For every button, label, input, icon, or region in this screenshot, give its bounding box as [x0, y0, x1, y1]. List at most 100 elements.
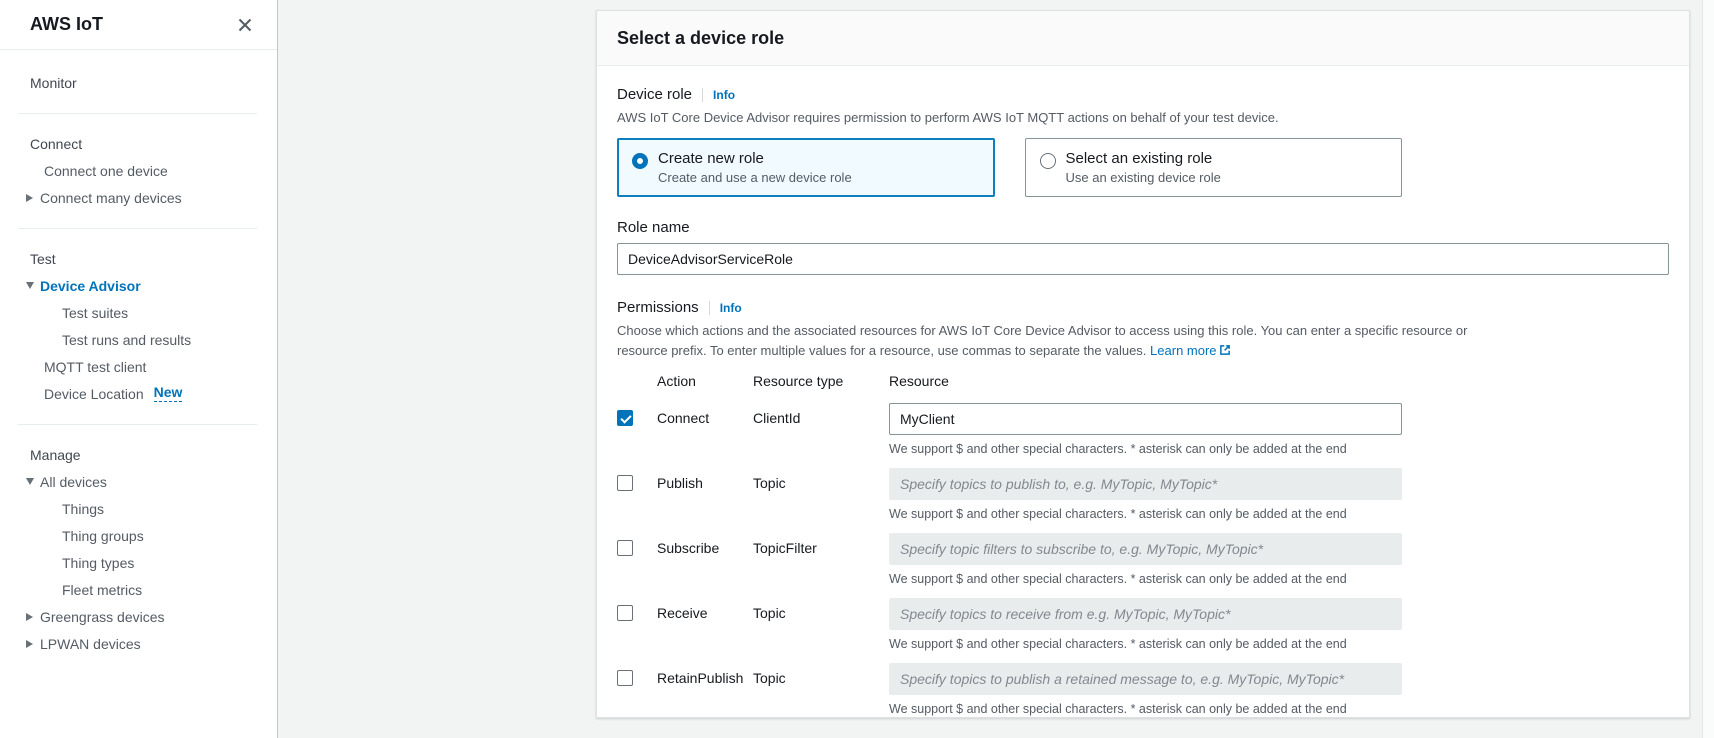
resource-helper-text: We support $ and other special character… — [889, 637, 1402, 651]
sidebar-nav: Monitor Connect Connect one device Conne… — [0, 50, 277, 671]
sidebar-item-label: Device Location — [44, 386, 144, 402]
permission-row-receive: Receive Topic We support $ and other spe… — [617, 598, 1402, 663]
close-sidebar-button[interactable] — [233, 13, 257, 37]
sidebar-section-manage: Manage — [0, 441, 277, 468]
role-name-input[interactable] — [617, 243, 1669, 275]
panel-header: Select a device role — [597, 11, 1689, 66]
select-existing-role-option[interactable]: Select an existing role Use an existing … — [1025, 138, 1403, 197]
permissions-label-row: Permissions Info — [617, 299, 1669, 316]
resource-cell: We support $ and other special character… — [889, 468, 1402, 533]
resource-type-label: TopicFilter — [753, 533, 889, 556]
connect-resource-input[interactable] — [889, 403, 1402, 435]
permissions-info-link[interactable]: Info — [720, 301, 742, 315]
action-label: Connect — [657, 403, 753, 426]
sidebar-item-all-devices[interactable]: All devices — [0, 468, 277, 495]
subscribe-checkbox[interactable] — [617, 540, 633, 556]
divider — [18, 228, 257, 229]
permissions-table: Action Resource type Resource Connect Cl… — [617, 373, 1402, 718]
resource-type-label: Topic — [753, 598, 889, 621]
sidebar-item-label: All devices — [40, 474, 107, 490]
permission-row-retainpublish: RetainPublish Topic We support $ and oth… — [617, 663, 1402, 718]
divider — [702, 88, 703, 102]
resource-type-label: ClientId — [753, 403, 889, 426]
app-root: AWS IoT Monitor Connect Connect one devi… — [0, 0, 1714, 738]
checkbox-cell — [617, 663, 657, 686]
permissions-table-header: Action Resource type Resource — [617, 373, 1402, 389]
permissions-description: Choose which actions and the associated … — [617, 321, 1512, 361]
sidebar-item-label: Greengrass devices — [40, 609, 165, 625]
sidebar-item-label: Connect many devices — [40, 190, 182, 206]
external-link-icon — [1219, 344, 1231, 356]
permission-row-publish: Publish Topic We support $ and other spe… — [617, 468, 1402, 533]
retainpublish-resource-input — [889, 663, 1402, 695]
sidebar-item-things[interactable]: Things — [0, 495, 277, 522]
vertical-scrollbar[interactable] — [1702, 0, 1714, 738]
sidebar-item-connect-many-devices[interactable]: Connect many devices — [0, 184, 277, 211]
option-label: Create new role — [658, 150, 852, 167]
option-description: Use an existing device role — [1066, 170, 1221, 185]
sidebar-header: AWS IoT — [0, 0, 277, 50]
sidebar-item-fleet-metrics[interactable]: Fleet metrics — [0, 576, 277, 603]
column-header-resource: Resource — [889, 373, 1402, 389]
permissions-label: Permissions — [617, 299, 699, 316]
permission-row-connect: Connect ClientId We support $ and other … — [617, 403, 1402, 468]
checkbox-cell — [617, 533, 657, 556]
checkbox-cell — [617, 468, 657, 491]
sidebar-item-lpwan-devices[interactable]: LPWAN devices — [0, 630, 277, 657]
chevron-right-icon — [26, 640, 33, 648]
learn-more-link[interactable]: Learn more — [1150, 343, 1230, 358]
connect-checkbox[interactable] — [617, 410, 633, 426]
device-role-options: Create new role Create and use a new dev… — [617, 138, 1402, 197]
sidebar-group-connect: Connect Connect one device Connect many … — [0, 117, 277, 225]
sidebar: AWS IoT Monitor Connect Connect one devi… — [0, 0, 278, 738]
sidebar-item-monitor[interactable]: Monitor — [0, 69, 277, 96]
select-device-role-panel: Select a device role Device role Info AW… — [596, 10, 1690, 718]
retainpublish-checkbox[interactable] — [617, 670, 633, 686]
option-text: Create new role Create and use a new dev… — [658, 150, 852, 185]
sidebar-item-test-runs-and-results[interactable]: Test runs and results — [0, 326, 277, 353]
sidebar-item-label: Test runs and results — [62, 332, 191, 348]
action-label: Subscribe — [657, 533, 753, 556]
divider — [18, 113, 257, 114]
resource-type-label: Topic — [753, 663, 889, 686]
sidebar-item-label: MQTT test client — [44, 359, 146, 375]
column-header-resource-type: Resource type — [753, 373, 889, 389]
sidebar-item-label: Fleet metrics — [62, 582, 142, 598]
sidebar-item-greengrass-devices[interactable]: Greengrass devices — [0, 603, 277, 630]
sidebar-item-thing-types[interactable]: Thing types — [0, 549, 277, 576]
column-header-action: Action — [657, 373, 753, 389]
sidebar-item-thing-groups[interactable]: Thing groups — [0, 522, 277, 549]
device-role-label-row: Device role Info — [617, 86, 1669, 103]
chevron-right-icon — [26, 194, 33, 202]
sidebar-section-connect: Connect — [0, 130, 277, 157]
resource-type-label: Topic — [753, 468, 889, 491]
sidebar-group-manage: Manage All devices Things Thing groups T… — [0, 428, 277, 671]
permissions-description-text: Choose which actions and the associated … — [617, 323, 1468, 358]
sidebar-item-device-location[interactable]: Device Location New — [0, 380, 277, 407]
sidebar-section-test: Test — [0, 245, 277, 272]
radio-unselected-icon — [1040, 153, 1056, 169]
panel-title: Select a device role — [617, 28, 1669, 49]
sidebar-item-label: Thing types — [62, 555, 134, 571]
subscribe-resource-input — [889, 533, 1402, 565]
radio-selected-icon — [632, 153, 648, 169]
sidebar-item-mqtt-test-client[interactable]: MQTT test client — [0, 353, 277, 380]
sidebar-item-device-advisor[interactable]: Device Advisor — [0, 272, 277, 299]
resource-helper-text: We support $ and other special character… — [889, 442, 1402, 456]
main-content: Select a device role Device role Info AW… — [278, 0, 1714, 738]
create-new-role-option[interactable]: Create new role Create and use a new dev… — [617, 138, 995, 197]
learn-more-label: Learn more — [1150, 343, 1216, 358]
chevron-down-icon — [26, 282, 34, 289]
publish-checkbox[interactable] — [617, 475, 633, 491]
device-role-info-link[interactable]: Info — [713, 88, 735, 102]
sidebar-item-label: Thing groups — [62, 528, 144, 544]
sidebar-item-label: Device Advisor — [40, 278, 141, 294]
sidebar-item-test-suites[interactable]: Test suites — [0, 299, 277, 326]
receive-checkbox[interactable] — [617, 605, 633, 621]
sidebar-item-connect-one-device[interactable]: Connect one device — [0, 157, 277, 184]
close-icon — [237, 17, 253, 33]
divider — [709, 301, 710, 315]
resource-cell: We support $ and other special character… — [889, 598, 1402, 663]
checkbox-cell — [617, 598, 657, 621]
sidebar-item-label: LPWAN devices — [40, 636, 141, 652]
